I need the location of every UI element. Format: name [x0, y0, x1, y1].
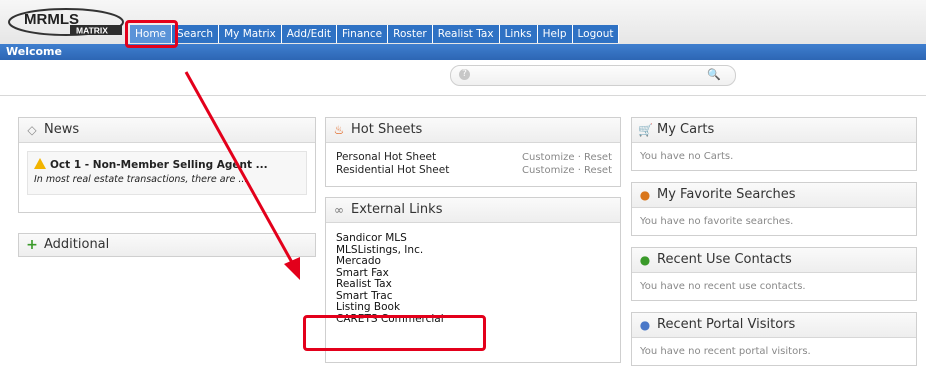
news-panel: ◇ News Oct 1 - Non-Member Selling Agent … [18, 117, 316, 213]
highlight-carets-link [303, 315, 486, 351]
additional-title: Additional [44, 237, 110, 252]
news-item-title[interactable]: Oct 1 - Non-Member Selling Agent ... [50, 159, 268, 171]
recent-contacts-title: Recent Use Contacts [657, 252, 792, 267]
content-divider [0, 95, 926, 96]
recent-contacts-empty: You have no recent use contacts. [640, 281, 806, 292]
hot-sheet-actions[interactable]: Customize · Reset [522, 164, 612, 177]
favorite-searches-header: ● My Favorite Searches [632, 183, 916, 208]
flame-icon: ♨ [333, 123, 345, 137]
recent-contacts-panel: ● Recent Use Contacts You have no recent… [631, 247, 917, 301]
my-carts-title: My Carts [657, 122, 715, 137]
search-row: ? 🔍 [0, 60, 926, 90]
main-nav: Home Search My Matrix Add/Edit Finance R… [130, 25, 620, 43]
hot-sheet-row[interactable]: Personal Hot Sheet Customize · Reset [336, 151, 612, 164]
magnifier-icon[interactable]: 🔍 [707, 68, 721, 81]
hot-sheet-actions[interactable]: Customize · Reset [522, 151, 612, 164]
hot-sheet-name[interactable]: Personal Hot Sheet [336, 151, 436, 164]
portal-visitors-title: Recent Portal Visitors [657, 317, 796, 332]
favorite-searches-empty: You have no favorite searches. [640, 216, 794, 227]
hot-sheet-name[interactable]: Residential Hot Sheet [336, 164, 449, 177]
tab-add-edit[interactable]: Add/Edit [281, 25, 337, 43]
external-link-mercado[interactable]: Mercado [336, 255, 612, 268]
tab-finance[interactable]: Finance [336, 25, 389, 43]
news-item-snippet: In most real estate transactions, there … [34, 174, 248, 185]
highlight-home-tab [125, 20, 178, 48]
search-input[interactable]: ? 🔍 [450, 65, 736, 86]
external-links-title: External Links [351, 202, 443, 217]
news-item[interactable]: Oct 1 - Non-Member Selling Agent ... In … [27, 151, 307, 195]
search-options-icon[interactable]: ? [459, 69, 470, 80]
mrmls-logo[interactable]: MRMLS MATRIX [8, 8, 126, 36]
portal-visitors-header: ● Recent Portal Visitors [632, 313, 916, 338]
hot-sheet-row[interactable]: Residential Hot Sheet Customize · Reset [336, 164, 612, 177]
tab-roster[interactable]: Roster [388, 25, 433, 43]
arrowhead [284, 257, 300, 280]
logo-sub: MATRIX [76, 26, 108, 36]
my-carts-empty: You have no Carts. [640, 151, 734, 162]
warning-icon [34, 158, 46, 169]
chain-link-icon: ∞ [334, 203, 344, 217]
my-carts-panel: 🛒 My Carts You have no Carts. [631, 117, 917, 171]
tab-my-matrix[interactable]: My Matrix [219, 25, 282, 43]
favorite-searches-panel: ● My Favorite Searches You have no favor… [631, 182, 917, 236]
my-carts-header: 🛒 My Carts [632, 118, 916, 143]
person-icon: ● [639, 318, 651, 332]
favorite-search-icon: ● [639, 188, 651, 202]
tab-logout[interactable]: Logout [572, 25, 620, 43]
plus-icon: + [26, 237, 38, 253]
additional-panel: + Additional [18, 233, 316, 257]
contacts-icon: ● [639, 253, 651, 267]
external-link-sandicor[interactable]: Sandicor MLS [336, 232, 612, 245]
tab-help[interactable]: Help [537, 25, 573, 43]
external-link-realist-tax[interactable]: Realist Tax [336, 278, 612, 291]
tab-search[interactable]: Search [172, 25, 220, 43]
additional-header[interactable]: + Additional [19, 234, 315, 256]
logo-graphic: MRMLS MATRIX [8, 8, 124, 36]
external-link-listing-book[interactable]: Listing Book [336, 301, 612, 314]
favorite-searches-title: My Favorite Searches [657, 187, 796, 202]
portal-visitors-empty: You have no recent portal visitors. [640, 346, 811, 357]
external-links-header: ∞ External Links [326, 198, 620, 223]
news-header: ◇ News [19, 118, 315, 143]
news-title: News [44, 122, 80, 137]
tag-icon: ◇ [27, 123, 37, 137]
hot-sheets-panel: ♨ Hot Sheets Personal Hot Sheet Customiz… [325, 117, 621, 187]
tab-realist-tax[interactable]: Realist Tax [432, 25, 500, 43]
cart-icon: 🛒 [638, 123, 653, 137]
recent-contacts-header: ● Recent Use Contacts [632, 248, 916, 273]
tab-links[interactable]: Links [499, 25, 538, 43]
portal-visitors-panel: ● Recent Portal Visitors You have no rec… [631, 312, 917, 366]
hot-sheets-header: ♨ Hot Sheets [326, 118, 620, 143]
hot-sheets-title: Hot Sheets [351, 122, 423, 137]
